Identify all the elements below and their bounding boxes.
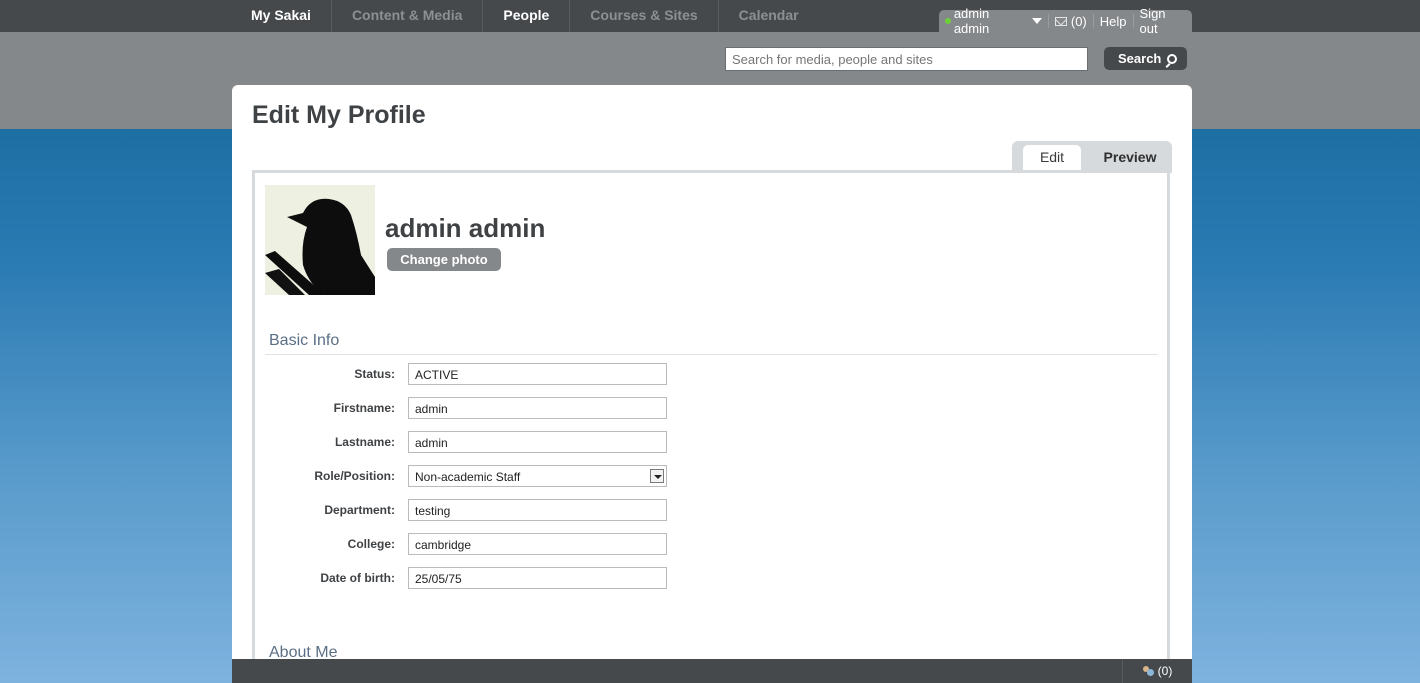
status-label: Status: <box>354 367 395 381</box>
dob-label: Date of birth: <box>320 571 395 585</box>
dob-field[interactable]: 25/05/75 <box>408 567 667 589</box>
search-button-label: Search <box>1118 51 1162 66</box>
lastname-row: Lastname: admin <box>265 431 675 453</box>
role-row: Role/Position: Non-academic Staff <box>265 465 675 487</box>
user-menu: admin admin (0) Help Sign out <box>939 6 1192 36</box>
role-label: Role/Position: <box>314 469 395 483</box>
bird-silhouette-icon <box>265 185 375 295</box>
search-button[interactable]: Search <box>1104 47 1187 70</box>
department-field[interactable]: testing <box>408 499 667 521</box>
nav-courses-sites[interactable]: Courses & Sites <box>570 0 719 32</box>
firstname-row: Firstname: admin <box>265 397 675 419</box>
change-photo-button[interactable]: Change photo <box>387 248 501 271</box>
college-label: College: <box>347 537 395 551</box>
department-label: Department: <box>324 503 395 517</box>
section-divider <box>265 354 1158 355</box>
search-input[interactable] <box>725 47 1088 71</box>
messages-count: (0) <box>1070 13 1087 29</box>
role-select[interactable]: Non-academic Staff <box>408 465 667 487</box>
chevron-down-icon <box>1031 18 1042 24</box>
lastname-field[interactable]: admin <box>408 431 667 453</box>
department-row: Department: testing <box>265 499 675 521</box>
basic-info-heading: Basic Info <box>269 332 340 349</box>
footer-bar: (0) <box>232 659 1192 683</box>
role-select-value: Non-academic Staff <box>415 470 521 484</box>
messages-link[interactable]: (0) <box>1049 13 1094 29</box>
main-nav: My Sakai Content & Media People Courses … <box>232 0 819 32</box>
search-icon <box>1167 53 1178 64</box>
lastname-label: Lastname: <box>334 435 395 449</box>
firstname-label: Firstname: <box>333 401 395 415</box>
avatar <box>265 185 375 295</box>
user-name: admin admin <box>953 6 990 36</box>
help-link[interactable]: Help <box>1094 14 1134 29</box>
page-title: Edit My Profile <box>252 101 426 129</box>
chat-count: (0) <box>1157 664 1173 678</box>
dob-row: Date of birth: 25/05/75 <box>265 567 675 589</box>
people-icon <box>1142 665 1155 677</box>
status-field[interactable]: ACTIVE <box>408 363 667 385</box>
status-row: Status: ACTIVE <box>265 363 675 385</box>
firstname-field[interactable]: admin <box>408 397 667 419</box>
online-status-icon <box>945 18 951 24</box>
nav-content-media[interactable]: Content & Media <box>332 0 484 32</box>
chat-button[interactable]: (0) <box>1122 659 1192 683</box>
nav-people[interactable]: People <box>483 0 571 32</box>
profile-name: admin admin <box>385 213 546 243</box>
chevron-down-icon <box>650 469 664 483</box>
mail-icon <box>1054 16 1067 26</box>
tab-edit[interactable]: Edit <box>1023 145 1081 173</box>
signout-link[interactable]: Sign out <box>1134 6 1192 36</box>
user-dropdown[interactable]: admin admin <box>939 6 1049 36</box>
profile-form: admin admin Change photo Basic Info Stat… <box>252 170 1170 683</box>
main-panel: Edit My Profile Edit Preview admin admin… <box>232 85 1192 683</box>
tab-preview[interactable]: Preview <box>1088 145 1172 173</box>
college-row: College: cambridge <box>265 533 675 555</box>
college-field[interactable]: cambridge <box>408 533 667 555</box>
nav-calendar[interactable]: Calendar <box>719 0 819 32</box>
nav-my-sakai[interactable]: My Sakai <box>232 0 332 32</box>
